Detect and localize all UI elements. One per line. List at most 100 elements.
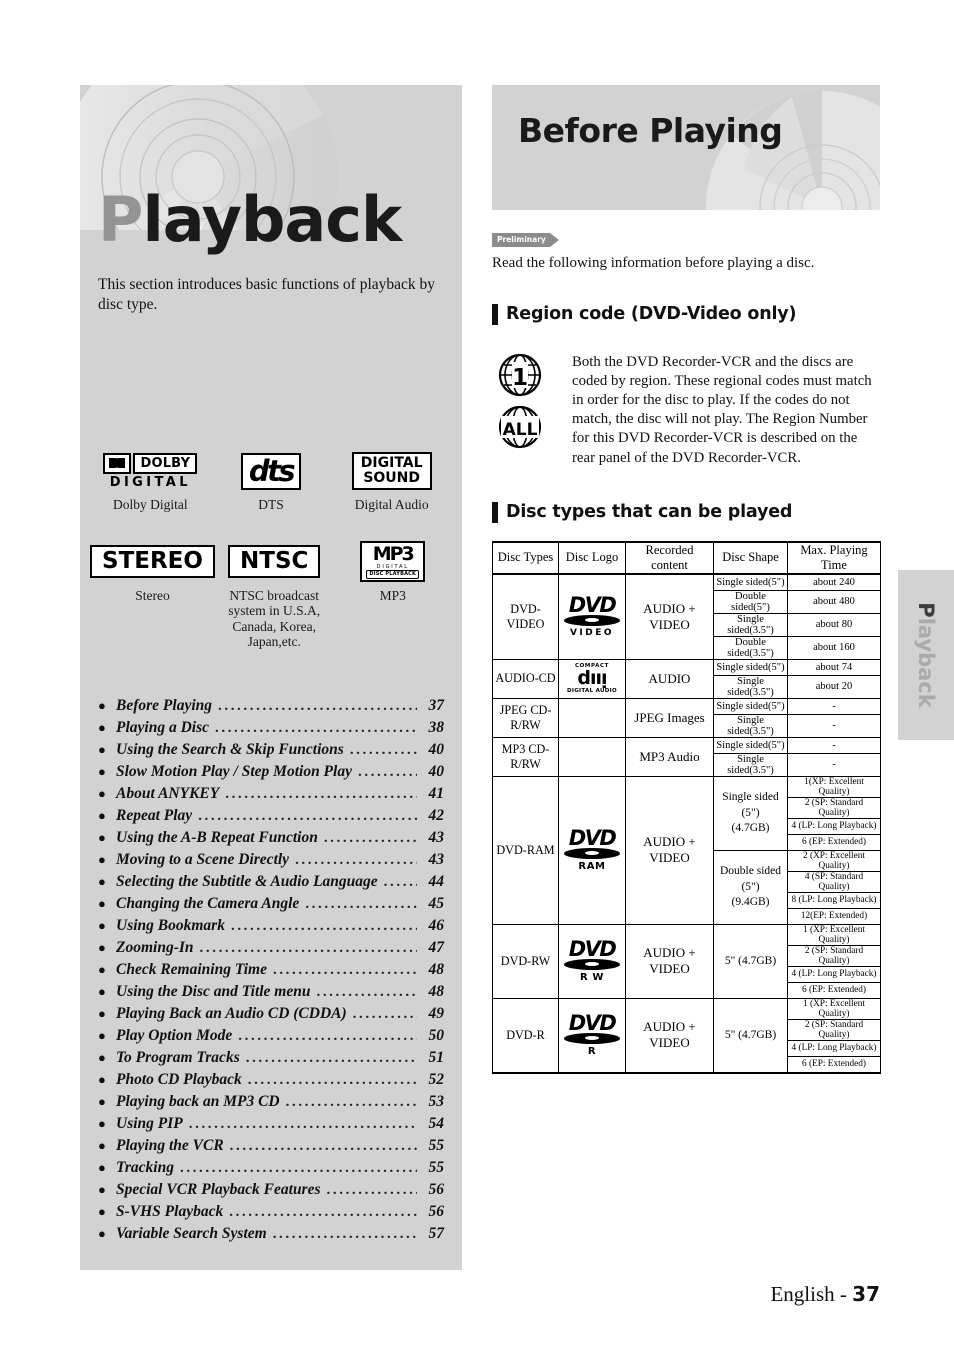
dts-logo: dts [240,450,302,492]
toc-leader-dots: ........................................ [188,1116,417,1132]
toc-entry-label: Using the A-B Repeat Function [116,829,318,846]
toc-entry[interactable]: ● Using the Disc and Title menu..........… [98,981,444,1003]
toc-entry[interactable]: ● Photo CD Playback......................… [98,1069,444,1091]
toc-leader-dots: ........................................ [272,1226,417,1242]
toc-entry-page: 37 [428,697,445,714]
toc-leader-dots: ........................................ [198,808,417,824]
toc-bullet-icon: ● [98,786,106,801]
toc-entry-label: Slow Motion Play / Step Motion Play [116,763,352,780]
toc-leader-dots: ........................................ [229,1138,417,1154]
toc-entry[interactable]: ● Selecting the Subtitle & Audio Language… [98,871,444,893]
toc-entry[interactable]: ● Using the Search & Skip Functions......… [98,739,444,761]
toc-entry-label: Zooming-In [116,939,194,956]
recorded-content-cell: AUDIO + VIDEO [625,997,714,1074]
logo-caption-ntsc: NTSC broadcast system in U.S.A, Canada, … [228,587,321,650]
dvd-wordmark: DVD [568,1010,617,1035]
disc-shape-cell: Double sided(5") [713,589,788,614]
recorded-content-cell: JPEG Images [625,697,714,738]
dolby-digital-logo: DOLBY DIGITAL [103,450,198,492]
toc-entry-page: 57 [428,1225,445,1242]
chapter-side-tab: Playback [898,570,954,740]
recorded-content-cell: AUDIO + VIDEO [625,573,714,660]
toc-bullet-icon: ● [98,1116,106,1131]
toc-entry[interactable]: ● S-VHS Playback.........................… [98,1201,444,1223]
section-heading-disc-types: Disc types that can be played [492,501,880,523]
dvd-logo-sublabel: RAM [578,860,606,872]
toc-bullet-icon: ● [98,1028,106,1043]
toc-entry-label: Playing Back an Audio CD (CDDA) [116,1005,347,1022]
toc-entry[interactable]: ● Changing the Camera Angle..............… [98,893,444,915]
toc-entry-label: About ANYKEY [116,785,220,802]
toc-entry-page: 48 [428,961,445,978]
svg-text:1: 1 [512,365,528,391]
stereo-logo: STEREO [90,541,215,583]
disc-shape-cell: Single sided(5") [713,697,788,715]
disc-shape-cell: Double sided(3.5") [713,635,788,660]
toc-entry[interactable]: ● Moving to a Scene Directly.............… [98,849,444,871]
disc-table-column-header: Recorded content [625,541,714,575]
toc-entry[interactable]: ● Playing the VCR........................… [98,1135,444,1157]
toc-entry-page: 43 [428,851,445,868]
max-playing-time-cell: 2 (SP: Standard Quality) [787,944,881,967]
disc-type-cell: DVD-RAM [492,775,559,925]
toc-entry[interactable]: ● Playing back an MP3 CD.................… [98,1091,444,1113]
toc-entry[interactable]: ● Using Bookmark.........................… [98,915,444,937]
toc-bullet-icon: ● [98,1006,106,1021]
section-accent-bar [492,303,498,325]
max-playing-time-cell: 1(XP: Excellent Quality) [787,775,881,798]
disc-logo-cell [558,697,626,738]
toc-entry-label: Play Option Mode [116,1027,233,1044]
logo-cell-digital-audio: DIGITAL SOUND Digital Audio [331,450,452,513]
dvd-logo-sublabel: R W [579,971,604,983]
toc-entry-page: 44 [428,873,445,890]
toc-entry[interactable]: ● Check Remaining Time...................… [98,959,444,981]
toc-entry[interactable]: ● Tracking...............................… [98,1157,444,1179]
toc-entry[interactable]: ● About ANYKEY...........................… [98,783,444,805]
toc-entry-page: 55 [428,1137,445,1154]
disc-shape-cell: Single sided(5") [713,658,788,676]
preliminary-badge: Preliminary [492,233,559,247]
recorded-content-cell: AUDIO + VIDEO [625,923,714,999]
disc-shape-cell: Double sided (5") (9.4GB) [713,849,788,925]
toc-entry[interactable]: ● Before Playing.........................… [98,695,444,717]
logo-cell-dts: dts DTS [211,450,332,513]
toc-entry-page: 47 [428,939,445,956]
toc-entry[interactable]: ● Special VCR Playback Features..........… [98,1179,444,1201]
toc-entry[interactable]: ● Slow Motion Play / Step Motion Play....… [98,761,444,783]
disc-shape-cell: Single sided(3.5") [713,674,788,699]
disc-type-cell: DVD-VIDEO [492,573,559,660]
toc-entry[interactable]: ● Using PIP..............................… [98,1113,444,1135]
disc-shape-cell: Single sided(3.5") [713,612,788,637]
toc-entry[interactable]: ● To Program Tracks......................… [98,1047,444,1069]
toc-entry[interactable]: ● Repeat Play............................… [98,805,444,827]
format-logo-row-1: DOLBY DIGITAL Dolby Digital dts DTS DIGI… [90,450,452,513]
toc-entry[interactable]: ● Playing Back an Audio CD (CDDA)........… [98,1003,444,1025]
toc-bullet-icon: ● [98,1094,106,1109]
region-all-globe-icon: ALL [498,405,542,448]
disc-types-table: Disc Types Disc Logo Recorded content Disc … [492,540,881,1074]
toc-bullet-icon: ● [98,852,106,867]
toc-entry-page: 56 [428,1181,445,1198]
toc-entry[interactable]: ● Playing a Disc.........................… [98,717,444,739]
toc-entry-label: Variable Search System [116,1225,267,1242]
disc-logo-cell: DVD RAM [558,775,626,925]
table-of-contents: ● Before Playing.........................… [98,695,444,1245]
dvd-logo-sublabel: VIDEO [569,627,615,638]
toc-entry[interactable]: ● Zooming-In.............................… [98,937,444,959]
mp3-disc-playback-label: DISC PLAYBACK [366,570,420,580]
toc-entry-page: 53 [428,1093,445,1110]
format-logo-row-2: STEREO Stereo NTSC NTSC broadcast system… [90,541,452,650]
svg-text:ALL: ALL [503,420,538,440]
toc-entry[interactable]: ● Variable Search System.................… [98,1223,444,1245]
mp3-logo: MP3 DIGITAL DISC PLAYBACK [360,541,426,583]
toc-bullet-icon: ● [98,698,106,713]
toc-leader-dots: ........................................ [305,896,417,912]
toc-entry[interactable]: ● Play Option Mode.......................… [98,1025,444,1047]
max-playing-time-cell: 2 (SP: Standard Quality) [787,796,881,819]
footer-language: English - [770,1282,853,1306]
toc-entry-page: 38 [428,719,445,736]
disc-logo-cell: COMPACT dııᴉ DIGITAL AUDIO [558,658,626,699]
cd-logo-bottom-label: DIGITAL AUDIO [567,688,617,695]
toc-entry[interactable]: ● Using the A-B Repeat Function..........… [98,827,444,849]
toc-entry-label: Changing the Camera Angle [116,895,300,912]
